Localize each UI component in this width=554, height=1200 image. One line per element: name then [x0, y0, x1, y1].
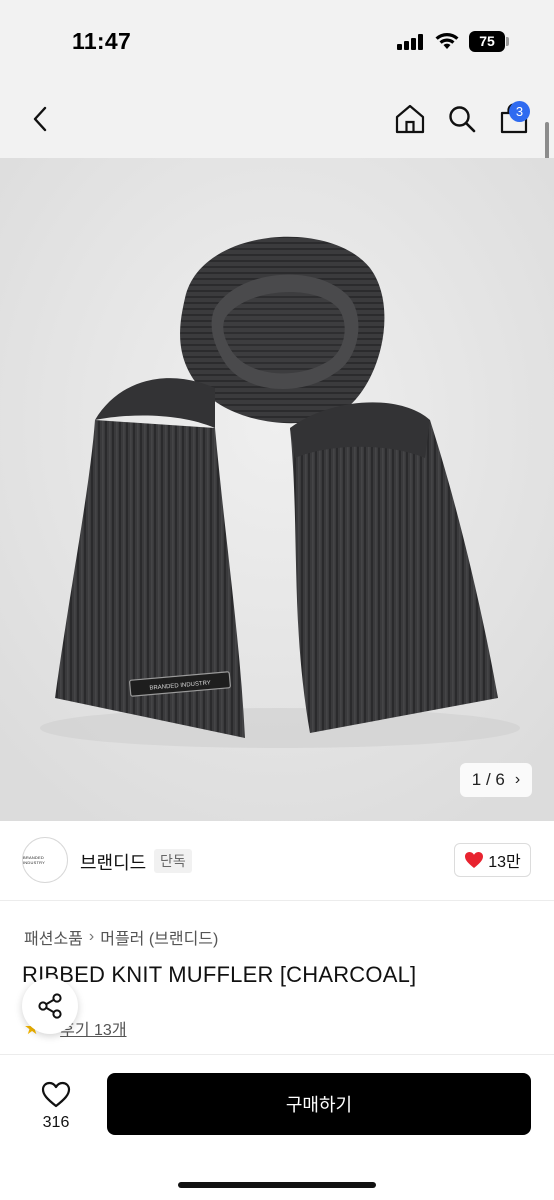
chevron-right-icon: ›: [88, 928, 95, 945]
wishlist-button[interactable]: 316: [22, 1074, 90, 1138]
brand-like-button[interactable]: 13만: [454, 843, 531, 877]
share-button[interactable]: [22, 978, 78, 1034]
brand-logo[interactable]: BRANDED INDUSTRY: [22, 837, 68, 883]
wifi-icon: [435, 33, 459, 49]
brand-logo-text: BRANDED INDUSTRY: [23, 855, 45, 865]
heart-filled-icon: [465, 852, 484, 868]
home-button[interactable]: [390, 80, 430, 158]
brand-row: BRANDED INDUSTRY 브랜디드 단독 13만: [0, 821, 554, 901]
brand-name-link[interactable]: 브랜디드: [80, 849, 146, 875]
image-pager-text: 1 / 6: [471, 770, 505, 789]
product-title: RIBBED KNIT MUFFLER [CHARCOAL]: [22, 962, 417, 987]
image-pager-button[interactable]: 1 / 6 ›: [460, 763, 532, 797]
buy-button[interactable]: 구매하기: [107, 1073, 531, 1135]
status-bar: 11:47 75: [0, 0, 554, 80]
battery-icon: 75: [469, 31, 505, 52]
category-breadcrumb: 패션소품 › 머플러 (브랜디드): [24, 925, 218, 949]
top-nav-bar: [0, 80, 554, 158]
bottom-bar-divider: [0, 1054, 554, 1055]
scarf-image: BRANDED INDUSTRY: [0, 158, 554, 821]
heart-outline-icon: [41, 1081, 71, 1107]
cellular-signal-icon: [397, 34, 425, 50]
search-icon: [449, 106, 476, 133]
chevron-right-icon: ›: [514, 771, 521, 788]
cart-count-badge: 3: [509, 101, 530, 122]
chevron-left-icon: [33, 106, 47, 132]
wishlist-count: 316: [42, 1113, 70, 1131]
home-icon: [395, 104, 425, 134]
status-time: 11:47: [72, 28, 132, 54]
exclusive-badge: 단독: [154, 849, 192, 873]
search-button[interactable]: [442, 80, 482, 158]
product-image-carousel[interactable]: BRANDED INDUSTRY: [0, 158, 554, 821]
breadcrumb-category[interactable]: 패션소품: [24, 925, 83, 949]
like-count: 13만: [488, 854, 521, 871]
share-icon: [38, 993, 62, 1019]
breadcrumb-subcategory[interactable]: 머플러 (브랜디드): [100, 925, 218, 949]
back-button[interactable]: [22, 80, 58, 158]
home-indicator[interactable]: [178, 1182, 376, 1188]
battery-cap: [506, 37, 509, 46]
